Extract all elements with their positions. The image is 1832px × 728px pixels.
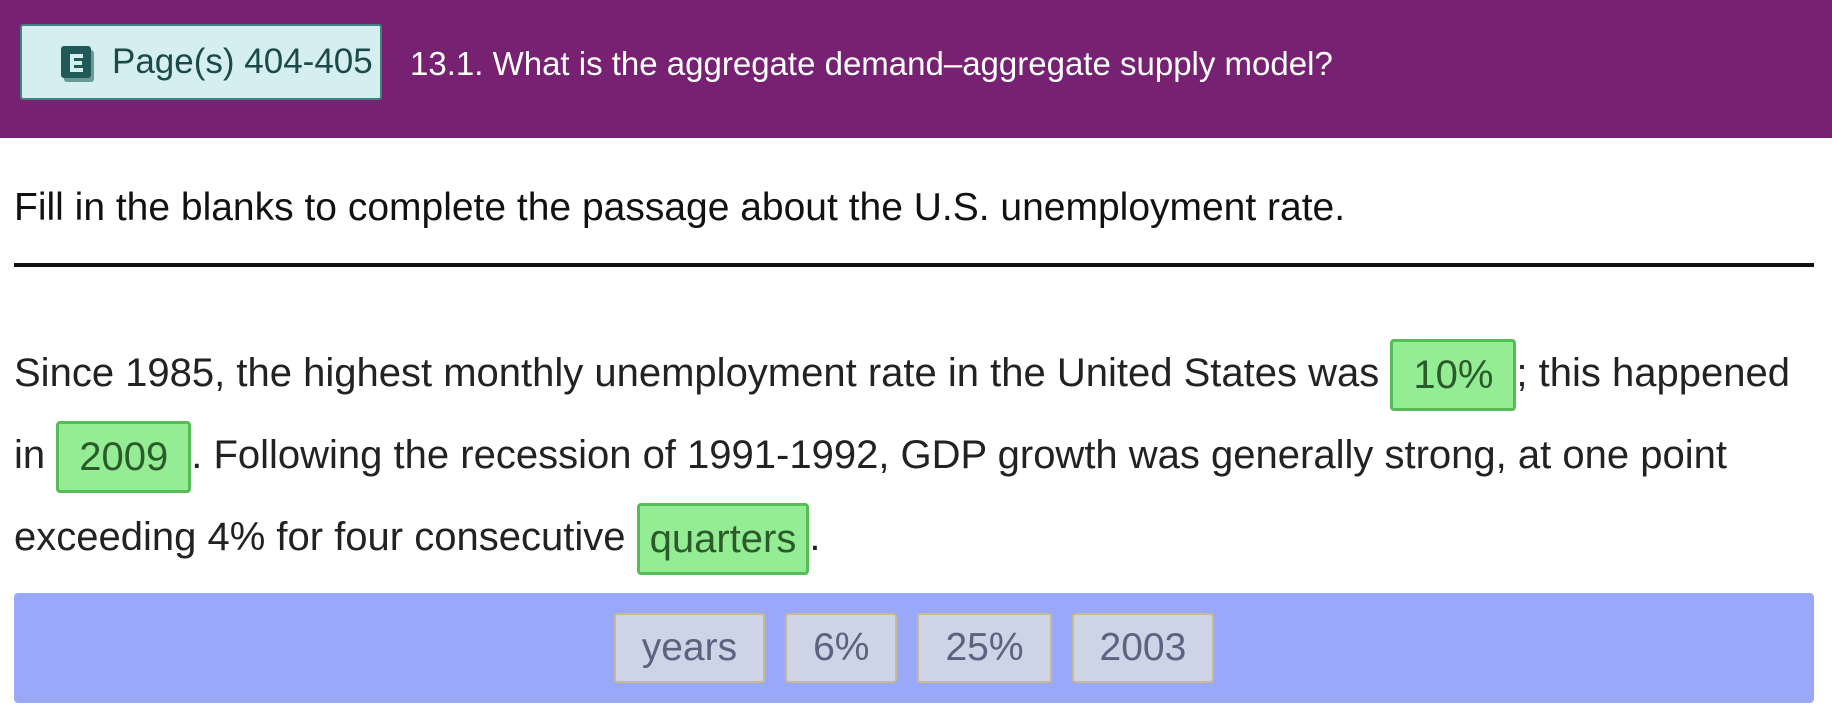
passage-text: . Following the recession of 1991-1992, … bbox=[14, 433, 1727, 559]
page-reference-button[interactable]: Page(s) 404-405 bbox=[20, 24, 382, 100]
blank-3[interactable]: quarters bbox=[636, 503, 810, 576]
passage-text: Since 1985, the highest monthly unemploy… bbox=[14, 351, 1391, 395]
divider bbox=[14, 263, 1814, 267]
word-chip[interactable]: years bbox=[613, 613, 766, 683]
ebook-icon bbox=[58, 44, 98, 84]
word-bank: years 6% 25% 2003 bbox=[14, 593, 1814, 703]
question-instruction: Fill in the blanks to complete the passa… bbox=[14, 186, 1346, 229]
word-chip[interactable]: 6% bbox=[785, 613, 898, 683]
passage-text: . bbox=[809, 515, 821, 559]
passage: Since 1985, the highest monthly unemploy… bbox=[14, 332, 1824, 578]
page-reference-label: Page(s) 404-405 bbox=[112, 42, 373, 81]
section-title: 13.1. What is the aggregate demand–aggre… bbox=[410, 45, 1333, 82]
word-chip[interactable]: 2003 bbox=[1071, 613, 1215, 683]
blank-2[interactable]: 2009 bbox=[56, 421, 192, 494]
word-bank-options: years 6% 25% 2003 bbox=[14, 613, 1814, 683]
blank-1[interactable]: 10% bbox=[1390, 339, 1517, 412]
header-bar: Page(s) 404-405 13.1. What is the aggreg… bbox=[0, 0, 1832, 138]
word-chip[interactable]: 25% bbox=[917, 613, 1052, 683]
